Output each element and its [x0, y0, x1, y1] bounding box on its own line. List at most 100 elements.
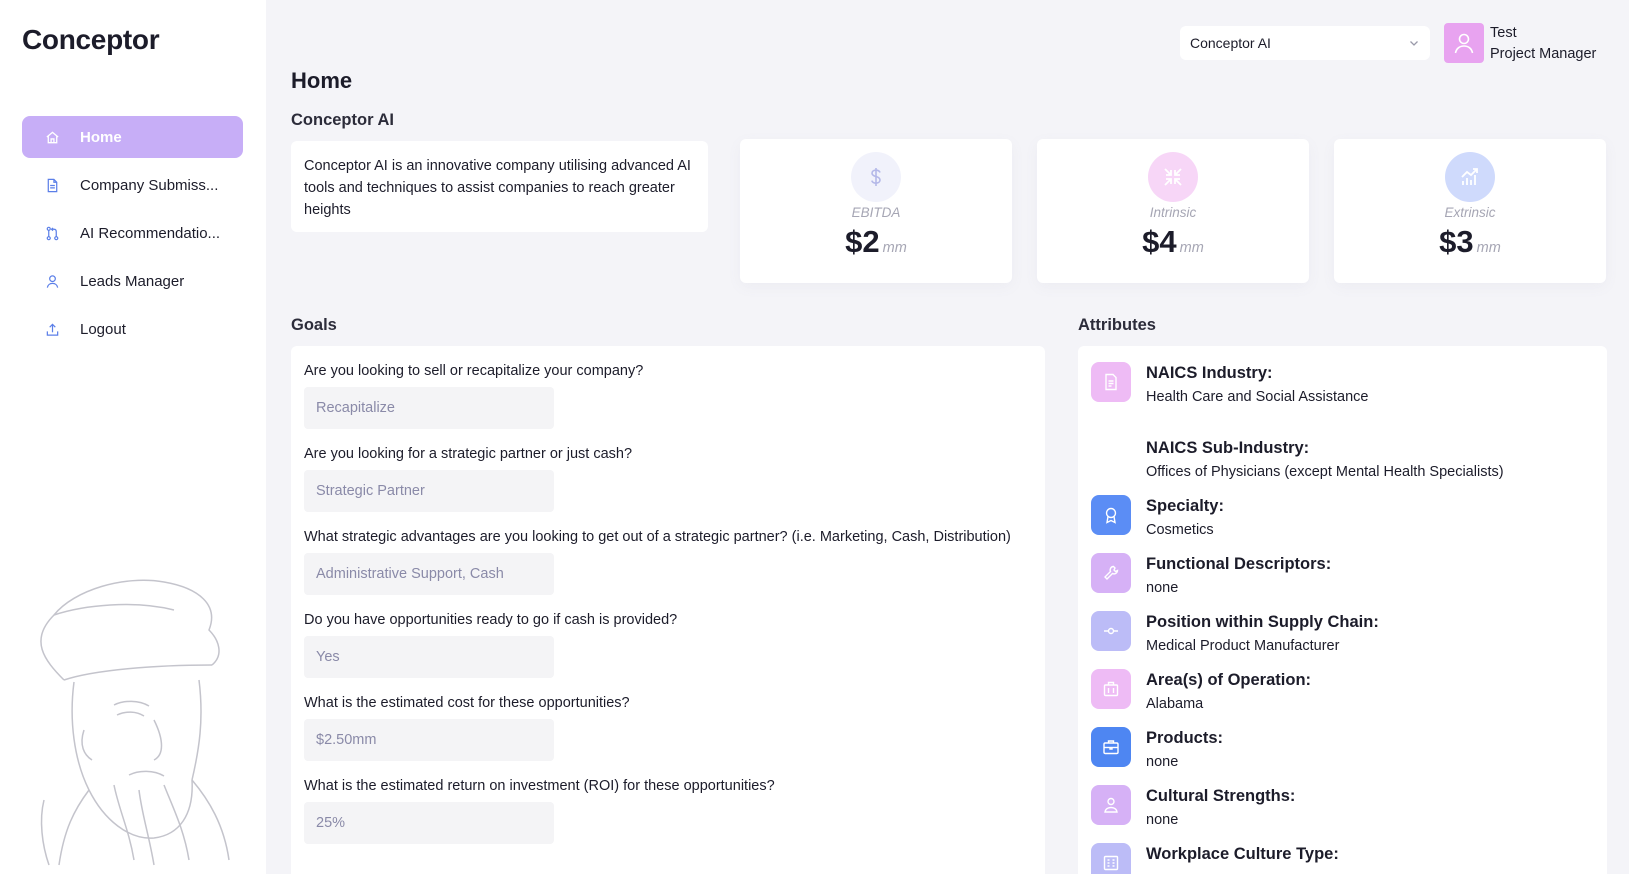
- goal-question: Are you looking to sell or recapitalize …: [304, 363, 644, 379]
- attribute-value: none: [1146, 580, 1179, 596]
- attribute-text: Specialty: Cosmetics: [1146, 495, 1224, 553]
- user-icon: [44, 273, 60, 289]
- attribute-label: Functional Descriptors:: [1146, 555, 1332, 573]
- attribute-value: Medical Product Manufacturer: [1146, 638, 1340, 654]
- avatar[interactable]: [1444, 23, 1484, 63]
- growth-chart-icon: [1445, 152, 1495, 202]
- attribute-text: Workplace Culture Type:: [1146, 843, 1339, 874]
- people-icon: [1091, 785, 1131, 825]
- attribute-item: NAICS Industry: Health Care and Social A…: [1091, 362, 1594, 437]
- page-title: Home: [291, 68, 353, 93]
- metric-value-wrap: $3 mm: [1334, 224, 1606, 260]
- sidebar-item-logout[interactable]: Logout: [22, 308, 243, 350]
- company-description: Conceptor AI is an innovative company ut…: [291, 141, 708, 232]
- app-logo[interactable]: Conceptor: [22, 24, 160, 56]
- sidebar-nav: Home Company Submiss... AI Recommendatio…: [22, 116, 243, 356]
- attribute-item: Area(s) of Operation: Alabama: [1091, 669, 1594, 727]
- attribute-icon-placeholder: [1091, 437, 1131, 477]
- attribute-item: Specialty: Cosmetics: [1091, 495, 1594, 553]
- sidebar-item-company-submissions[interactable]: Company Submiss...: [22, 164, 243, 206]
- attribute-text: Area(s) of Operation: Alabama: [1146, 669, 1311, 727]
- attribute-text: Products: none: [1146, 727, 1223, 785]
- goal-item: What strategic advantages are you lookin…: [304, 526, 1032, 595]
- attribute-text: Cultural Strengths: none: [1146, 785, 1295, 843]
- attributes-title: Attributes: [1078, 316, 1156, 334]
- wrench-icon: [1091, 553, 1131, 593]
- attribute-text: Functional Descriptors: none: [1146, 553, 1331, 611]
- attribute-label: Position within Supply Chain:: [1146, 613, 1379, 631]
- office-icon: [1091, 843, 1131, 874]
- attribute-value: Cosmetics: [1146, 522, 1214, 538]
- attribute-value: none: [1146, 812, 1179, 828]
- metric-value: $3: [1439, 224, 1474, 259]
- attribute-label: Workplace Culture Type:: [1146, 845, 1339, 863]
- attribute-item: Cultural Strengths: none: [1091, 785, 1594, 843]
- metric-value: $2: [845, 224, 880, 259]
- attribute-item: Products: none: [1091, 727, 1594, 785]
- metric-label: Extrinsic: [1444, 205, 1496, 220]
- metric-value-wrap: $4 mm: [1037, 224, 1309, 260]
- user-avatar-icon: [1454, 33, 1474, 54]
- sidebar-item-leads-manager[interactable]: Leads Manager: [22, 260, 243, 302]
- building-icon: [1091, 669, 1131, 709]
- attribute-label: Area(s) of Operation:: [1146, 671, 1312, 689]
- goal-question: Are you looking for a strategic partner …: [304, 446, 633, 462]
- home-icon: [44, 129, 60, 145]
- dollar-icon: [851, 152, 901, 202]
- attribute-item: Functional Descriptors: none: [1091, 553, 1594, 611]
- attribute-value: none: [1146, 754, 1179, 770]
- metric-unit: mm: [1476, 240, 1501, 256]
- user-name: Test: [1490, 25, 1517, 41]
- metric-unit: mm: [1179, 240, 1204, 256]
- portrait-illustration: [40, 579, 230, 866]
- metric-value: $4: [1142, 224, 1177, 259]
- metric-card-extrinsic: Extrinsic $3 mm: [1334, 139, 1606, 283]
- organization-select[interactable]: Conceptor AI: [1180, 26, 1430, 60]
- goal-answer-field[interactable]: $2.50mm: [304, 719, 554, 761]
- sidebar-item-label: Leads Manager: [80, 272, 185, 290]
- goal-answer-field[interactable]: 25%: [304, 802, 554, 844]
- collapse-arrows-icon: [1148, 152, 1198, 202]
- node-icon: [1091, 611, 1131, 651]
- goal-item: Are you looking to sell or recapitalize …: [304, 360, 1032, 429]
- goal-question: What is the estimated cost for these opp…: [304, 695, 630, 711]
- user-role: Project Manager: [1490, 46, 1597, 62]
- attribute-value: Health Care and Social Assistance: [1146, 389, 1369, 405]
- user-info[interactable]: Test Project Manager: [1490, 23, 1596, 65]
- briefcase-icon: [1091, 727, 1131, 767]
- metric-value-wrap: $2 mm: [740, 224, 1012, 260]
- attribute-label: Specialty:: [1146, 497, 1224, 515]
- metric-label: EBITDA: [851, 205, 901, 220]
- goal-item: What is the estimated return on investme…: [304, 775, 1032, 844]
- sidebar-item-ai-recommendations[interactable]: AI Recommendatio...: [22, 212, 243, 254]
- goal-answer-field[interactable]: Yes: [304, 636, 554, 678]
- attribute-item: Position within Supply Chain: Medical Pr…: [1091, 611, 1594, 669]
- attribute-label: Cultural Strengths:: [1146, 787, 1296, 805]
- goal-answer-field[interactable]: Strategic Partner: [304, 470, 554, 512]
- chevron-down-icon: [1410, 41, 1418, 46]
- sidebar-item-label: AI Recommendatio...: [80, 224, 221, 242]
- attribute-text: NAICS Industry: Health Care and Social A…: [1146, 362, 1368, 437]
- goal-answer-field[interactable]: Administrative Support, Cash: [304, 553, 554, 595]
- goal-answer-field[interactable]: Recapitalize: [304, 387, 554, 429]
- organization-select-value: Conceptor AI: [1190, 35, 1271, 51]
- goals-card: Are you looking to sell or recapitalize …: [291, 346, 1045, 874]
- sidebar-item-home[interactable]: Home: [22, 116, 243, 158]
- sidebar-item-label: Company Submiss...: [80, 176, 219, 194]
- goal-question: What strategic advantages are you lookin…: [304, 529, 1011, 545]
- attribute-text: Position within Supply Chain: Medical Pr…: [1146, 611, 1379, 669]
- sidebar-item-label: Logout: [80, 320, 126, 338]
- goal-item: Do you have opportunities ready to go if…: [304, 609, 1032, 678]
- goal-item: Are you looking for a strategic partner …: [304, 443, 1032, 512]
- attributes-card: NAICS Industry: Health Care and Social A…: [1078, 346, 1607, 874]
- attribute-value: Alabama: [1146, 696, 1204, 712]
- goals-title: Goals: [291, 316, 337, 334]
- attribute-label: NAICS Sub-Industry:: [1146, 439, 1310, 457]
- company-name: Conceptor AI: [291, 111, 394, 129]
- file-icon: [1091, 362, 1131, 402]
- branch-icon: [44, 225, 60, 241]
- sidebar-item-label: Home: [80, 128, 122, 146]
- metric-card-ebitda: EBITDA $2 mm: [740, 139, 1012, 283]
- attribute-text: NAICS Sub-Industry: Offices of Physician…: [1146, 437, 1504, 495]
- sidebar: Conceptor Home Company Submiss... AI Rec…: [0, 0, 266, 874]
